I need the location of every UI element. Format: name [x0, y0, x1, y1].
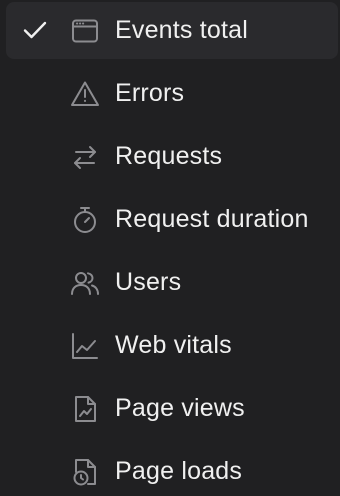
menu-item-page-views[interactable]: Page views: [6, 380, 338, 437]
warning-triangle-icon: [70, 79, 100, 109]
checkmark-icon: [22, 19, 48, 41]
menu-item-web-vitals[interactable]: Web vitals: [6, 317, 338, 374]
menu-item-label: Request duration: [115, 205, 309, 233]
menu-item-label: Events total: [115, 16, 249, 44]
arrows-left-right-icon: [70, 142, 100, 172]
menu-item-label: Requests: [115, 142, 223, 170]
document-clock-icon: [70, 457, 100, 487]
menu-item-page-loads[interactable]: Page loads: [6, 443, 338, 496]
menu-item-label: Users: [115, 268, 182, 296]
menu-item-label: Page loads: [115, 457, 243, 485]
menu-item-request-duration[interactable]: Request duration: [6, 191, 338, 248]
menu-item-users[interactable]: Users: [6, 254, 338, 311]
metric-menu: Events total Errors Requests Request dur…: [0, 0, 340, 496]
stopwatch-icon: [70, 205, 100, 235]
menu-item-label: Errors: [115, 79, 185, 107]
line-chart-icon: [70, 331, 100, 361]
menu-item-errors[interactable]: Errors: [6, 65, 338, 122]
document-chart-icon: [70, 394, 100, 424]
browser-window-icon: [70, 16, 100, 46]
menu-item-requests[interactable]: Requests: [6, 128, 338, 185]
menu-item-events-total[interactable]: Events total: [6, 2, 338, 59]
users-icon: [70, 268, 100, 298]
menu-item-label: Web vitals: [115, 331, 232, 359]
menu-item-label: Page views: [115, 394, 245, 422]
